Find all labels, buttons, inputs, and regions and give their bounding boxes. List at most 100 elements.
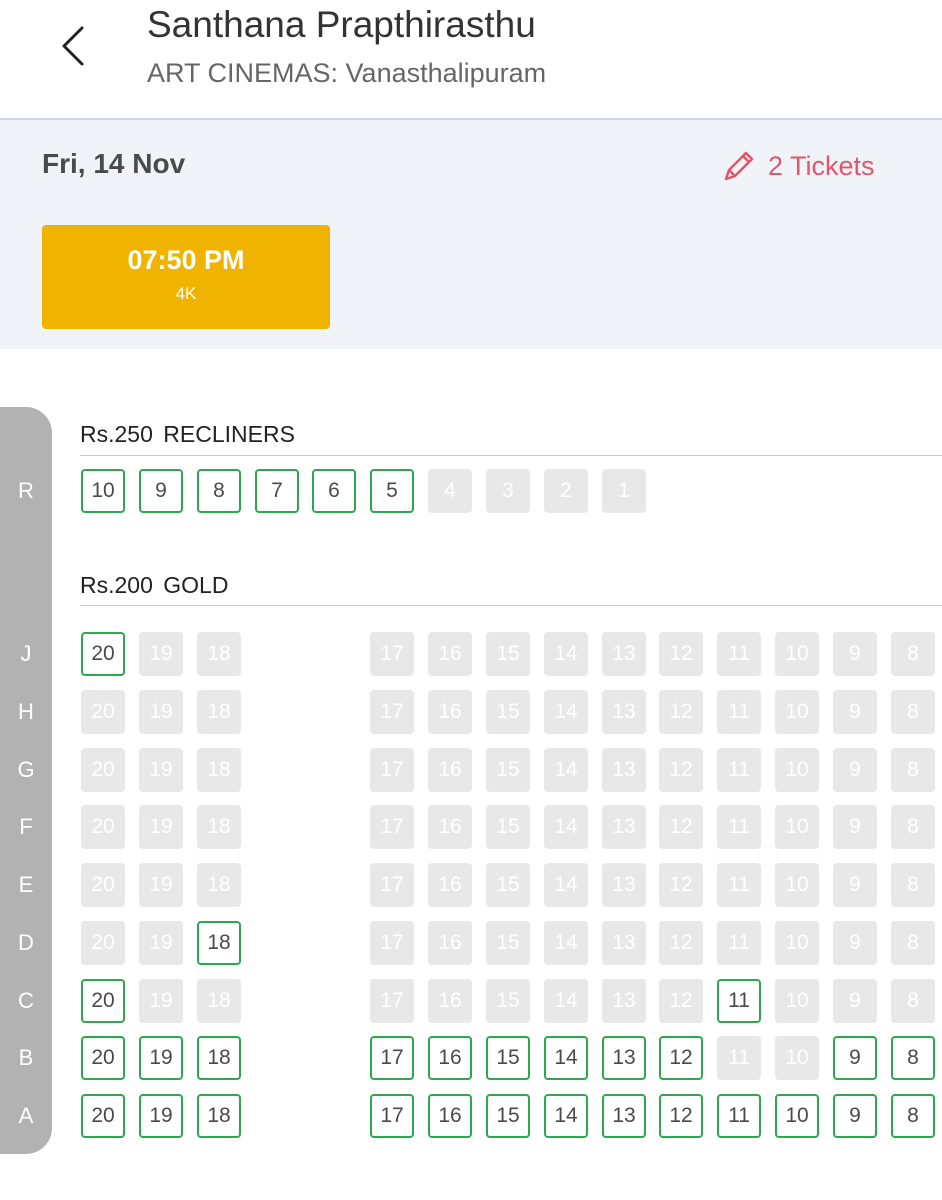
showtime-button[interactable]: 07:50 PM 4K (42, 225, 330, 329)
seat-f-20: 20 (81, 805, 125, 850)
seat-b-9[interactable]: 9 (833, 1036, 877, 1081)
seat-a-9[interactable]: 9 (833, 1094, 877, 1138)
seat-g-13: 13 (602, 747, 646, 792)
seat-e-10: 10 (775, 863, 819, 907)
seat-f-16: 16 (428, 805, 472, 850)
seat-c-15: 15 (486, 978, 530, 1023)
seat-d-9: 9 (833, 920, 877, 965)
seat-h-16: 16 (428, 689, 472, 734)
seat-a-15[interactable]: 15 (486, 1094, 530, 1138)
seat-a-8[interactable]: 8 (891, 1094, 935, 1138)
seat-h-10: 10 (775, 689, 819, 734)
seat-c-13: 13 (602, 978, 646, 1023)
seat-e-14: 14 (544, 863, 588, 907)
seat-b-20[interactable]: 20 (81, 1036, 125, 1081)
seat-j-11: 11 (717, 632, 761, 676)
row-label-b: B (18, 1045, 34, 1071)
seat-b-16[interactable]: 16 (428, 1036, 472, 1081)
seat-b-15[interactable]: 15 (486, 1036, 530, 1081)
seat-d-8: 8 (891, 920, 935, 965)
seat-a-20[interactable]: 20 (81, 1094, 125, 1138)
seat-r-5[interactable]: 5 (370, 469, 414, 513)
seat-g-18: 18 (197, 747, 241, 792)
seat-d-11: 11 (717, 920, 761, 965)
seat-b-13[interactable]: 13 (602, 1036, 646, 1081)
seat-r-7[interactable]: 7 (255, 469, 299, 513)
seat-d-17: 17 (370, 920, 414, 965)
seat-r-4: 4 (428, 469, 472, 513)
seat-a-16[interactable]: 16 (428, 1094, 472, 1138)
seat-d-18[interactable]: 18 (197, 920, 241, 965)
seat-e-17: 17 (370, 863, 414, 907)
seat-e-15: 15 (486, 863, 530, 907)
row-label-h: H (18, 698, 34, 724)
seat-g-11: 11 (717, 747, 761, 792)
seat-e-19: 19 (139, 863, 183, 907)
seat-g-15: 15 (486, 747, 530, 792)
seat-f-10: 10 (775, 805, 819, 850)
seat-f-9: 9 (833, 805, 877, 850)
pencil-icon (724, 151, 754, 181)
seat-j-15: 15 (486, 632, 530, 676)
show-date: Fri, 14 Nov (42, 148, 186, 179)
seat-h-8: 8 (891, 689, 935, 734)
seat-d-15: 15 (486, 920, 530, 965)
seat-a-11[interactable]: 11 (717, 1094, 761, 1138)
seat-a-13[interactable]: 13 (602, 1094, 646, 1138)
section-title-gold: Rs.200 GOLD (80, 572, 229, 598)
seat-h-9: 9 (833, 689, 877, 734)
seat-j-20[interactable]: 20 (81, 632, 125, 676)
seat-j-13: 13 (602, 632, 646, 676)
seat-e-18: 18 (197, 863, 241, 907)
seat-f-17: 17 (370, 805, 414, 850)
seat-r-9[interactable]: 9 (139, 469, 183, 513)
seat-r-1: 1 (602, 469, 646, 513)
movie-title: Santhana Prapthirasthu (147, 4, 536, 45)
seat-b-12[interactable]: 12 (659, 1036, 703, 1081)
seat-g-12: 12 (659, 747, 703, 792)
seat-e-12: 12 (659, 863, 703, 907)
seat-c-11[interactable]: 11 (717, 978, 761, 1023)
seat-r-3: 3 (486, 469, 530, 513)
seat-a-14[interactable]: 14 (544, 1094, 588, 1138)
seat-h-15: 15 (486, 689, 530, 734)
row-label-j: J (20, 641, 32, 666)
seat-h-17: 17 (370, 689, 414, 734)
seat-h-19: 19 (139, 689, 183, 734)
seat-h-14: 14 (544, 689, 588, 734)
seat-a-19[interactable]: 19 (139, 1094, 183, 1138)
seat-h-13: 13 (602, 689, 646, 734)
seat-f-11: 11 (717, 805, 761, 850)
seat-j-9: 9 (833, 632, 877, 676)
seat-f-13: 13 (602, 805, 646, 850)
seat-a-18[interactable]: 18 (197, 1094, 241, 1138)
seat-e-16: 16 (428, 863, 472, 907)
seat-b-8[interactable]: 8 (891, 1036, 935, 1081)
seat-b-18[interactable]: 18 (197, 1036, 241, 1081)
edit-tickets-button[interactable]: 2 Tickets (720, 146, 875, 186)
showtime-time: 07:50 PM (127, 245, 245, 275)
seat-b-17[interactable]: 17 (370, 1036, 414, 1081)
seat-f-12: 12 (659, 805, 703, 850)
app-header: Santhana Prapthirasthu ART CINEMAS: Vana… (0, 0, 942, 118)
seat-b-11: 11 (717, 1036, 761, 1081)
seat-a-17[interactable]: 17 (370, 1094, 414, 1138)
seat-b-14[interactable]: 14 (544, 1036, 588, 1081)
seat-d-16: 16 (428, 920, 472, 965)
seat-r-2: 2 (544, 469, 588, 513)
seat-a-12[interactable]: 12 (659, 1094, 703, 1138)
booking-info-panel: Fri, 14 Nov 2 Tickets 07:50 PM 4K (0, 118, 942, 349)
seat-d-20: 20 (81, 920, 125, 965)
seat-r-8[interactable]: 8 (197, 469, 241, 513)
seat-b-19[interactable]: 19 (139, 1036, 183, 1081)
back-button[interactable] (52, 18, 100, 74)
seat-j-19: 19 (139, 632, 183, 676)
seat-r-10[interactable]: 10 (81, 469, 125, 513)
seat-d-19: 19 (139, 920, 183, 965)
seat-a-10[interactable]: 10 (775, 1094, 819, 1138)
seat-c-18: 18 (197, 978, 241, 1023)
seat-r-6[interactable]: 6 (312, 469, 356, 513)
seat-j-17: 17 (370, 632, 414, 676)
seat-f-19: 19 (139, 805, 183, 850)
seat-c-20[interactable]: 20 (81, 978, 125, 1023)
